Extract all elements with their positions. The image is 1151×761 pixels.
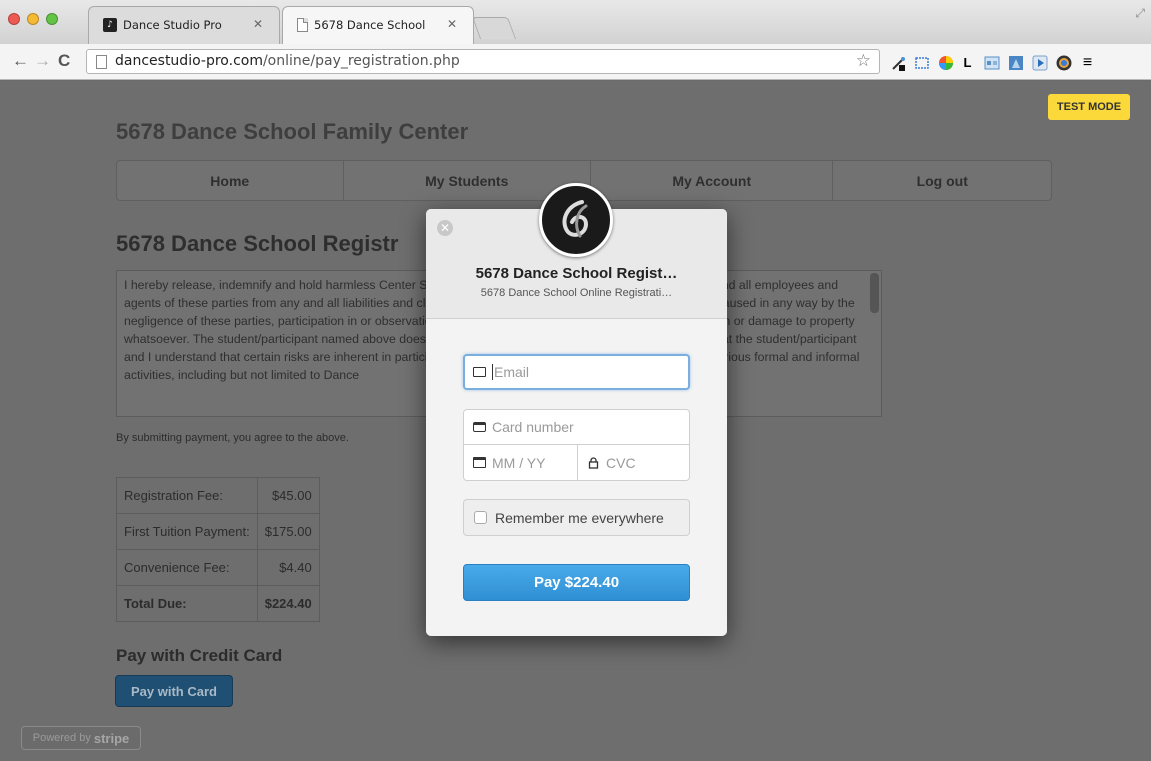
expiry-field[interactable]: MM / YY [463,444,578,481]
address-url[interactable]: dancestudio-pro.com/online/pay_registrat… [115,53,460,69]
fee-label: Convenience Fee: [116,549,258,586]
pay-credit-card-heading: Pay with Credit Card [116,646,283,665]
modal-subtitle: 5678 Dance School Online Registrati… [480,287,673,299]
registration-heading: 5678 Dance School Registr [116,231,399,256]
pay-button[interactable]: Pay $224.40 [463,564,690,601]
image-icon[interactable] [1007,54,1024,71]
address-bar[interactable]: dancestudio-pro.com/online/pay_registrat… [86,49,880,74]
test-mode-badge: TEST MODE [1048,94,1130,120]
fee-label: Registration Fee: [116,477,258,514]
url-path: /online/pay_registration.php [262,53,460,69]
browser-tab-5678-dance-school[interactable]: 5678 Dance School ✕ [282,6,474,44]
waiver-scrollbar[interactable] [870,273,879,313]
expiry-placeholder: MM / YY [492,454,546,471]
close-window-button[interactable] [8,13,20,25]
nav-home[interactable]: Home [117,161,344,200]
reload-icon[interactable]: C [58,52,70,70]
dance-studio-favicon-icon: ♪ [103,18,117,32]
window-icon[interactable] [983,54,1000,71]
pay-with-card-button[interactable]: Pay with Card [115,675,233,707]
card-number-placeholder: Card number [492,419,574,435]
l-extension-icon[interactable]: L [959,54,976,71]
close-icon[interactable]: ✕ [437,220,453,236]
remember-me-toggle[interactable]: Remember me everywhere [463,499,690,536]
powered-by-label: Powered by [32,732,91,744]
tab-title: 5678 Dance School [314,18,426,32]
calendar-icon [473,457,486,468]
nav-log-out[interactable]: Log out [833,161,1051,200]
browser-tab-strip: ♪ Dance Studio Pro ✕ 5678 Dance School ✕… [0,0,1151,44]
tab-title: Dance Studio Pro [123,18,222,32]
table-row: First Tuition Payment: $175.00 [116,513,320,550]
agreement-note: By submitting payment, you agree to the … [116,432,349,444]
email-field[interactable]: Email [463,354,690,390]
powered-by-stripe-badge[interactable]: Powered by stripe [21,726,141,750]
modal-title: 5678 Dance School Regist… [475,265,678,282]
color-wheel-icon[interactable] [937,54,954,71]
forward-arrow-icon[interactable]: → [34,52,51,70]
cvc-field[interactable]: CVC [577,444,690,481]
remember-me-checkbox[interactable] [474,511,487,524]
eyedropper-icon[interactable] [890,54,907,71]
page-favicon-icon [297,18,308,32]
chrome-icon[interactable] [1055,54,1072,71]
fee-amount: $45.00 [256,477,320,514]
page-icon [96,55,107,69]
menu-icon[interactable]: ≡ [1079,54,1096,71]
fee-amount: $175.00 [256,513,320,550]
fee-amount: $224.40 [256,585,320,622]
browser-toolbar: ← → C dancestudio-pro.com/online/pay_reg… [0,44,1151,80]
table-row: Registration Fee: $45.00 [116,477,320,514]
text-cursor [492,364,493,380]
fee-amount: $4.40 [256,549,320,586]
url-domain: dancestudio-pro.com [115,53,263,69]
cvc-placeholder: CVC [606,454,636,471]
checkout-modal: ✕ 5678 Dance School Regist… 5678 Dance S… [426,183,727,636]
fee-label: First Tuition Payment: [116,513,258,550]
play-icon[interactable] [1031,54,1048,71]
fee-label: Total Due: [116,585,258,622]
lock-icon [587,456,600,469]
back-arrow-icon[interactable]: ← [12,52,29,70]
card-number-field[interactable]: Card number [463,409,690,445]
credit-card-icon [473,422,486,432]
mail-icon [473,367,486,377]
table-row: Convenience Fee: $4.40 [116,549,320,586]
bookmark-star-icon[interactable]: ☆ [856,51,871,71]
remember-me-label: Remember me everywhere [495,509,664,526]
fullscreen-icon[interactable]: ⤢ [1135,6,1145,21]
screenshot-icon[interactable] [913,54,930,71]
zoom-window-button[interactable] [46,13,58,25]
fees-table: Registration Fee: $45.00 First Tuition P… [116,477,320,622]
tab-close-icon[interactable]: ✕ [447,17,457,31]
new-tab-button[interactable] [471,17,517,39]
table-row-total: Total Due: $224.40 [116,585,320,622]
nav-my-account[interactable]: My Account [591,161,834,200]
tab-close-icon[interactable]: ✕ [253,17,263,31]
site-title: 5678 Dance School Family Center [116,119,469,144]
dance-school-logo-icon [539,183,613,257]
stripe-logo-text: stripe [93,730,130,746]
browser-tab-dance-studio-pro[interactable]: ♪ Dance Studio Pro ✕ [88,6,280,44]
page-content: TEST MODE 5678 Dance School Family Cente… [0,81,1151,761]
minimize-window-button[interactable] [27,13,39,25]
email-placeholder: Email [494,364,530,380]
